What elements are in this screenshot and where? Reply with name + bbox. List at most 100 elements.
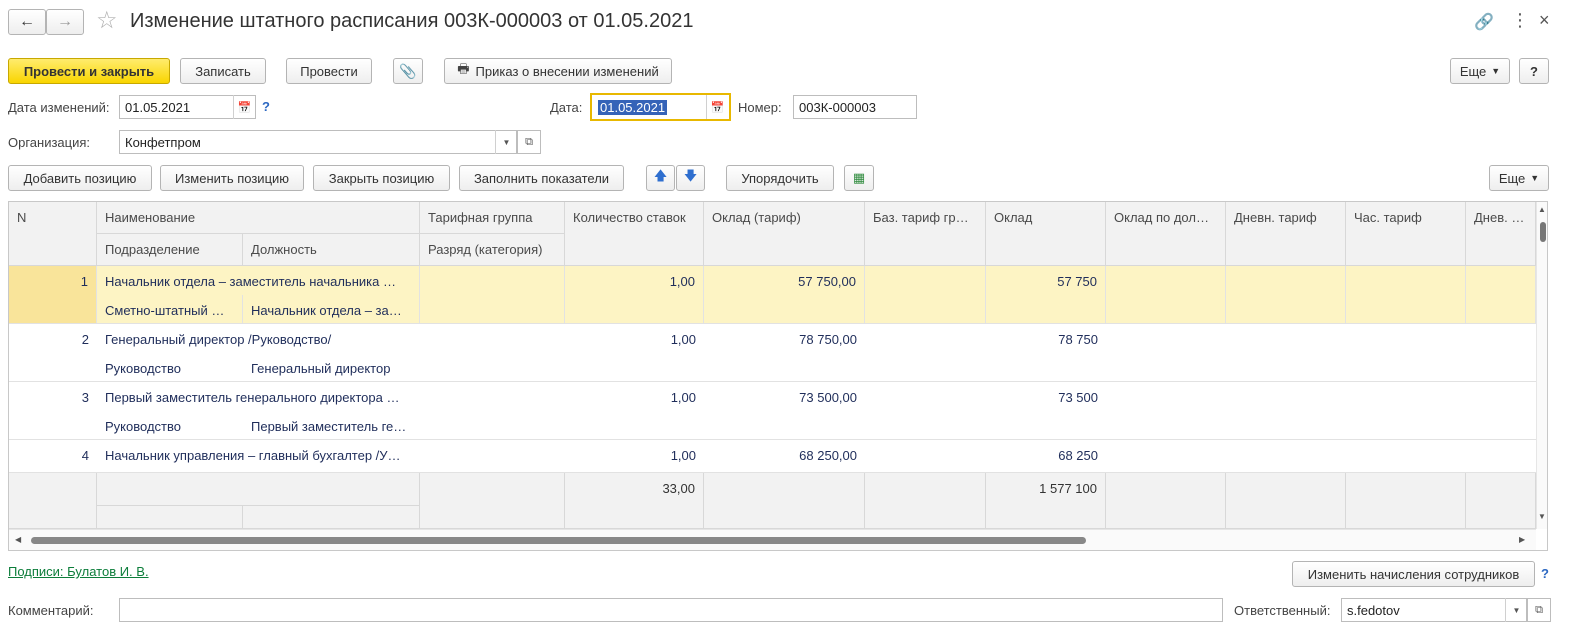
row-tariff-group[interactable] xyxy=(420,266,565,324)
save-button[interactable]: Записать xyxy=(180,58,266,84)
sort-button[interactable]: Упорядочить xyxy=(726,165,834,191)
vertical-scrollbar[interactable]: ▲ ▼ xyxy=(1536,202,1547,529)
post-button[interactable]: Провести xyxy=(286,58,372,84)
header-name[interactable]: Наименование xyxy=(97,202,420,234)
row-salary[interactable]: 57 750 xyxy=(986,266,1106,324)
row-n[interactable]: 3 xyxy=(9,382,97,440)
accruals-help-icon[interactable]: ? xyxy=(1541,566,1549,581)
row-division[interactable]: Руководство xyxy=(97,353,243,382)
close-icon[interactable]: × xyxy=(1539,10,1550,31)
responsible-dropdown-icon[interactable]: ▼ xyxy=(1505,598,1527,622)
print-order-button[interactable]: 🖶 Приказ о внесении изменений xyxy=(444,58,672,84)
row-division[interactable]: Руководство xyxy=(97,411,243,440)
row-salary[interactable]: 78 750 xyxy=(865,324,1106,382)
row-salary-tariff[interactable]: 78 750,00 xyxy=(704,324,865,382)
responsible-field[interactable]: s.fedotov xyxy=(1341,598,1527,622)
number-field[interactable]: 003К-000003 xyxy=(793,95,917,119)
footer-cell xyxy=(1106,473,1226,529)
organization-open-icon[interactable]: ⧉ xyxy=(517,130,541,154)
help-button[interactable]: ? xyxy=(1519,58,1549,84)
row-n[interactable]: 1 xyxy=(9,266,97,324)
row-salary-tariff[interactable]: 57 750,00 xyxy=(704,266,865,324)
row-rates[interactable]: 1,00 xyxy=(565,266,704,324)
arrow-down-icon: 🡇 xyxy=(683,168,698,183)
table-more-label: Еще xyxy=(1498,170,1526,186)
move-up-button[interactable]: 🡅 xyxy=(646,165,675,191)
header-grade[interactable]: Разряд (категория) xyxy=(420,234,565,266)
header-hourly[interactable]: Час. тариф xyxy=(1346,202,1466,266)
row-division[interactable]: Сметно-штатный … xyxy=(97,295,243,324)
row-daily2[interactable] xyxy=(1466,266,1536,324)
row-name[interactable]: Первый заместитель генерального директор… xyxy=(97,382,420,411)
row-rates[interactable]: 1,00 xyxy=(420,440,704,473)
row-position[interactable]: Генеральный директор xyxy=(243,353,420,382)
star-icon[interactable]: ☆ xyxy=(96,6,118,35)
row-hourly[interactable] xyxy=(1346,266,1466,324)
row-n[interactable]: 2 xyxy=(9,324,97,382)
row-n[interactable]: 4 xyxy=(9,440,97,473)
row-rates[interactable]: 1,00 xyxy=(420,382,704,440)
add-position-button[interactable]: Добавить позицию xyxy=(8,165,152,191)
vertical-scroll-thumb[interactable] xyxy=(1540,222,1546,242)
comment-field[interactable] xyxy=(119,598,1223,622)
header-tariff-group[interactable]: Тарифная группа xyxy=(420,202,565,234)
header-base-tariff[interactable]: Баз. тариф гр… xyxy=(865,202,986,266)
row-salary-tariff[interactable]: 73 500,00 xyxy=(704,382,865,440)
header-position[interactable]: Должность xyxy=(243,234,420,266)
forward-button[interactable]: → xyxy=(46,9,84,35)
edit-position-button[interactable]: Изменить позицию xyxy=(160,165,304,191)
move-down-button[interactable]: 🡇 xyxy=(676,165,705,191)
signatures-link[interactable]: Подписи: Булатов И. В. xyxy=(8,564,149,579)
help-icon[interactable]: ? xyxy=(262,99,270,114)
organization-field[interactable]: Конфетпром xyxy=(119,130,517,154)
row-name[interactable]: Генеральный директор /Руководство/ xyxy=(97,324,420,353)
fill-indicators-button[interactable]: Заполнить показатели xyxy=(459,165,624,191)
date-calendar-icon[interactable]: 📅 xyxy=(706,95,728,119)
close-position-button[interactable]: Закрыть позицию xyxy=(313,165,450,191)
row-rest[interactable] xyxy=(1106,382,1536,440)
number-value: 003К-000003 xyxy=(799,99,876,115)
attach-button[interactable]: 📎 xyxy=(393,58,423,84)
row-rest[interactable] xyxy=(1106,440,1536,473)
staff-table[interactable]: N Наименование Тарифная группа Количеств… xyxy=(8,201,1548,551)
header-daily[interactable]: Дневн. тариф xyxy=(1226,202,1346,266)
scroll-down-icon[interactable]: ▼ xyxy=(1538,512,1546,521)
link-icon[interactable]: 🔗 xyxy=(1474,12,1494,32)
horizontal-scroll-thumb[interactable] xyxy=(31,537,1086,544)
row-salary[interactable]: 73 500 xyxy=(865,382,1106,440)
row-daily[interactable] xyxy=(1226,266,1346,324)
more-vertical-icon[interactable]: ⋮ xyxy=(1511,10,1529,31)
row-base-tariff[interactable] xyxy=(865,266,986,324)
row-salary-tariff[interactable]: 68 250,00 xyxy=(704,440,865,473)
scroll-left-icon[interactable]: ◀ xyxy=(15,535,21,544)
scroll-up-icon[interactable]: ▲ xyxy=(1538,205,1546,214)
row-salary-by[interactable] xyxy=(1106,266,1226,324)
horizontal-scrollbar[interactable]: ◀ ▶ xyxy=(9,529,1536,550)
change-accruals-button[interactable]: Изменить начисления сотрудников xyxy=(1292,561,1535,587)
header-n[interactable]: N xyxy=(9,202,97,266)
back-button[interactable]: ← xyxy=(8,9,46,35)
organization-dropdown-icon[interactable]: ▼ xyxy=(495,130,517,154)
scroll-right-icon[interactable]: ▶ xyxy=(1519,535,1525,544)
header-salary[interactable]: Оклад xyxy=(986,202,1106,266)
responsible-open-icon[interactable]: ⧉ xyxy=(1527,598,1551,622)
row-rest[interactable] xyxy=(1106,324,1536,382)
row-name[interactable]: Начальник управления – главный бухгалтер… xyxy=(97,440,420,473)
header-salary-by[interactable]: Оклад по дол… xyxy=(1106,202,1226,266)
header-salary-tariff[interactable]: Оклад (тариф) xyxy=(704,202,865,266)
table-settings-button[interactable]: ▦ xyxy=(844,165,874,191)
more-button[interactable]: Еще ▼ xyxy=(1450,58,1510,84)
row-rates[interactable]: 1,00 xyxy=(420,324,704,382)
row-position[interactable]: Начальник отдела – за… xyxy=(243,295,420,324)
row-position[interactable]: Первый заместитель ге… xyxy=(243,411,420,440)
header-daily2[interactable]: Днев. тар xyxy=(1466,202,1536,266)
post-and-close-button[interactable]: Провести и закрыть xyxy=(8,58,170,84)
footer-salary-total: 1 577 100 xyxy=(986,473,1106,529)
header-division[interactable]: Подразделение xyxy=(97,234,243,266)
date-label: Дата: xyxy=(550,100,583,115)
header-rates[interactable]: Количество ставок xyxy=(565,202,704,266)
row-name[interactable]: Начальник отдела – заместитель начальник… xyxy=(97,266,420,295)
table-more-button[interactable]: Еще ▼ xyxy=(1489,165,1549,191)
row-salary[interactable]: 68 250 xyxy=(865,440,1106,473)
calendar-icon[interactable]: 📅 xyxy=(233,95,255,119)
